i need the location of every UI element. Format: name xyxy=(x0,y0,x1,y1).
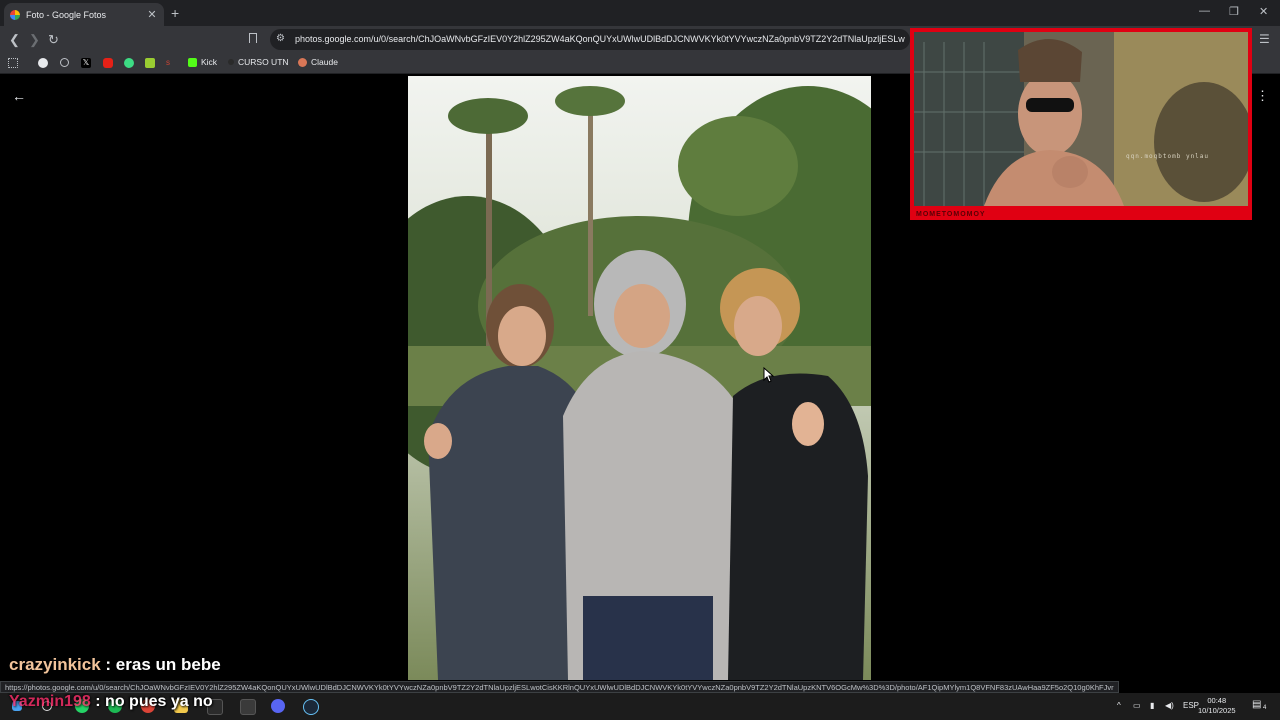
webcam-feed: qqn.moqbtomb ynlau xyxy=(914,32,1248,206)
app-icon[interactable] xyxy=(240,699,256,715)
youtube-icon[interactable] xyxy=(103,58,113,68)
android-icon[interactable] xyxy=(124,58,134,68)
address-bar[interactable]: ⚙ photos.google.com/u/0/search/ChJOaWNvb… xyxy=(270,29,910,50)
chat-username: Yazmin198 xyxy=(9,693,91,710)
back-icon[interactable]: ❮ xyxy=(9,32,20,48)
bookmark-icon[interactable] xyxy=(249,33,257,43)
photo[interactable] xyxy=(408,76,871,680)
browser-menu-icon[interactable]: ☰ xyxy=(1259,32,1270,46)
x-icon[interactable]: 𝕏 xyxy=(81,58,91,68)
chat-text: eras un bebe xyxy=(115,655,221,674)
discord-icon[interactable] xyxy=(271,699,285,713)
mouse-cursor-icon xyxy=(763,367,775,383)
network-icon[interactable]: ▭ xyxy=(1133,701,1141,710)
image-icon[interactable] xyxy=(145,58,155,68)
language-indicator[interactable]: ESP xyxy=(1183,701,1199,710)
apps-icon[interactable] xyxy=(8,58,18,68)
tab-title: Foto - Google Fotos xyxy=(26,9,107,20)
webcam-watermark: qqn.moqbtomb ynlau xyxy=(1126,153,1210,160)
forward-icon[interactable]: ❯ xyxy=(29,32,40,48)
webcam-name-plate: MOMETOMOMOY xyxy=(916,211,986,218)
volume-icon[interactable]: ◀) xyxy=(1165,701,1174,710)
utn-icon xyxy=(228,59,234,65)
site-info-icon[interactable]: ⚙ xyxy=(276,33,285,44)
url-text[interactable]: photos.google.com/u/0/search/ChJOaWNvbGF… xyxy=(295,34,905,44)
bookmark-kick[interactable]: Kick xyxy=(188,57,217,67)
s-icon[interactable]: s xyxy=(166,58,176,68)
arrow-left-icon[interactable]: ← xyxy=(12,88,26,104)
bookmark-claude[interactable]: Claude xyxy=(298,57,338,67)
notification-count: 4 xyxy=(1263,705,1267,711)
chat-message: crazyinkick : eras un bebe xyxy=(9,655,221,674)
webcam-overlay: qqn.moqbtomb ynlau MOMETOMOMOY xyxy=(910,28,1252,220)
restore-button[interactable]: ❐ xyxy=(1229,5,1239,18)
minimize-button[interactable]: — xyxy=(1199,5,1210,17)
claude-icon xyxy=(298,57,307,67)
bookmark-curso-utn[interactable]: CURSO UTN xyxy=(228,57,289,67)
microphone-icon[interactable]: ▮ xyxy=(1150,701,1154,710)
kick-icon xyxy=(188,57,197,67)
chat-username: crazyinkick xyxy=(9,655,101,674)
new-tab-button[interactable]: + xyxy=(171,5,179,21)
google-photos-icon xyxy=(10,9,20,20)
chat-message: Yazmin198 : no pues ya no xyxy=(9,693,213,710)
tab-close-button[interactable]: ✕ xyxy=(146,8,158,21)
github-icon[interactable] xyxy=(38,58,48,68)
clock[interactable]: 00:48 10/10/2025 xyxy=(1198,696,1236,716)
openai-icon[interactable] xyxy=(60,58,69,67)
chevron-up-icon[interactable]: ^ xyxy=(1117,701,1121,710)
status-url-bubble: https://photos.google.com/u/0/search/ChJ… xyxy=(0,681,1119,693)
close-window-button[interactable]: ✕ xyxy=(1259,5,1268,18)
tab-google-photos[interactable]: Foto - Google Fotos ✕ xyxy=(4,3,164,26)
chat-text: no pues ya no xyxy=(105,693,213,710)
steam-icon[interactable] xyxy=(303,699,319,715)
more-vertical-icon[interactable]: ⋮ xyxy=(1256,88,1269,104)
notification-icon[interactable]: ▤ xyxy=(1252,699,1261,710)
reload-icon[interactable]: ↻ xyxy=(48,32,59,48)
tab-strip: Foto - Google Fotos ✕ + — ❐ ✕ xyxy=(0,0,1280,26)
